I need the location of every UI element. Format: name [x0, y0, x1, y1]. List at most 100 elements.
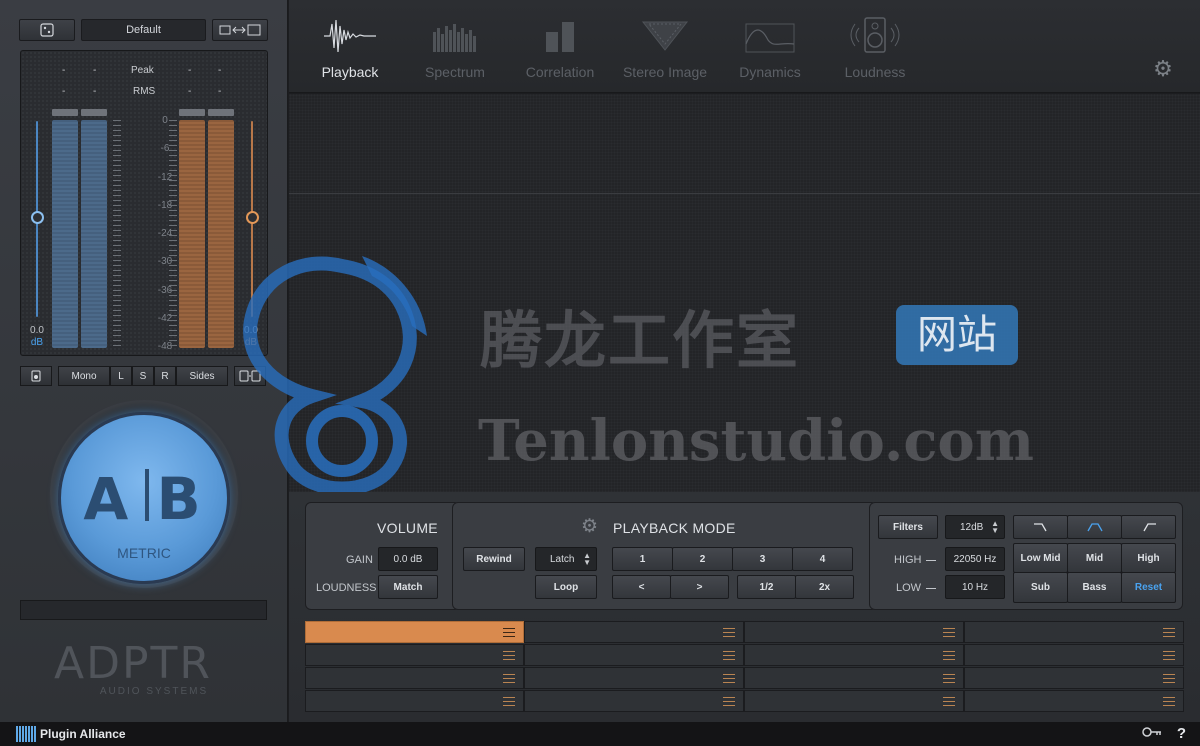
filters-button[interactable]: Filters	[878, 515, 938, 539]
playback-mode-panel: ⚙ PLAYBACK MODE Rewind Latch ▲ ▼ Loop 1 2…	[452, 502, 877, 610]
plugin-alliance-logo[interactable]: Plugin Alliance	[16, 726, 126, 742]
low-cutoff-field[interactable]: 10 Hz	[945, 575, 1005, 599]
menu-icon[interactable]	[723, 674, 735, 683]
playback-settings-gear-icon[interactable]: ⚙	[581, 517, 598, 537]
band-sub-button[interactable]: Sub	[1013, 572, 1068, 603]
randomize-button[interactable]	[19, 19, 75, 41]
tab-label: Correlation	[525, 64, 595, 80]
swap-button[interactable]	[212, 19, 268, 41]
tab-stereo-image[interactable]: Stereo Image	[610, 14, 720, 84]
gain-field[interactable]: 0.0 dB	[378, 547, 438, 571]
high-cutoff-field[interactable]: 22050 Hz	[945, 547, 1005, 571]
lowpass-shape-button[interactable]	[1013, 515, 1068, 539]
playback-mode-title: PLAYBACK MODE	[613, 520, 736, 536]
loop-1-button[interactable]: 1	[612, 547, 673, 571]
tab-correlation[interactable]: Correlation	[505, 14, 615, 84]
volume-title: VOLUME	[377, 520, 438, 536]
highpass-shape-button[interactable]	[1121, 515, 1176, 539]
menu-icon[interactable]	[723, 697, 735, 706]
band-high-button[interactable]: High	[1121, 543, 1176, 573]
tab-spectrum[interactable]: Spectrum	[400, 14, 510, 84]
cue-marker-slot[interactable]	[305, 667, 524, 689]
menu-icon[interactable]	[1163, 674, 1175, 683]
input-gain-slider-knob[interactable]	[31, 211, 44, 224]
tab-playback[interactable]: Playback	[295, 14, 405, 84]
cue-marker-slot[interactable]	[305, 621, 524, 643]
reset-button[interactable]: Reset	[1121, 572, 1176, 603]
cue-marker-slot[interactable]	[305, 644, 524, 666]
peak-hold-r	[81, 109, 107, 116]
license-key-icon[interactable]	[1142, 726, 1162, 741]
latch-value: Latch	[550, 553, 575, 565]
rewind-button[interactable]: Rewind	[463, 547, 525, 571]
cue-marker-slot[interactable]	[964, 621, 1184, 643]
rms-left-1: -	[62, 86, 66, 97]
cue-marker-slot[interactable]	[305, 690, 524, 712]
menu-icon[interactable]	[503, 651, 515, 660]
scale-tick: -24	[157, 228, 173, 240]
cue-marker-slot[interactable]	[744, 690, 964, 712]
watermark-badge: 网站	[896, 305, 1018, 365]
loop-4-button[interactable]: 4	[792, 547, 853, 571]
filter-slope-select[interactable]: 12dB ▲ ▼	[945, 515, 1005, 539]
band-bass-button[interactable]: Bass	[1067, 572, 1122, 603]
menu-icon[interactable]	[503, 697, 515, 706]
menu-icon[interactable]	[503, 628, 515, 637]
cue-marker-slot[interactable]	[964, 667, 1184, 689]
cue-marker-slot[interactable]	[744, 621, 964, 643]
meter-bar-b-l	[179, 120, 205, 348]
loop-button[interactable]: Loop	[535, 575, 597, 599]
help-button[interactable]: ?	[1177, 725, 1186, 742]
loop-3-button[interactable]: 3	[732, 547, 793, 571]
menu-icon[interactable]	[1163, 697, 1175, 706]
loop-2-button[interactable]: 2	[672, 547, 733, 571]
rms-left-2: -	[93, 86, 97, 97]
settings-gear-icon[interactable]: ⚙	[1152, 58, 1174, 80]
loudness-label: LOUDNESS	[316, 582, 377, 594]
menu-icon[interactable]	[503, 674, 515, 683]
mono-toggle-left-button[interactable]	[20, 366, 52, 386]
menu-icon[interactable]	[943, 674, 955, 683]
left-db-unit: dB	[30, 337, 44, 348]
mono-button[interactable]: Mono	[58, 366, 110, 386]
menu-icon[interactable]	[1163, 628, 1175, 637]
bandpass-shape-button[interactable]	[1067, 515, 1122, 539]
cue-marker-slot[interactable]	[524, 644, 744, 666]
cue-marker-slot[interactable]	[964, 644, 1184, 666]
tab-dynamics[interactable]: Dynamics	[715, 14, 825, 84]
cue-marker-slot[interactable]	[964, 690, 1184, 712]
latch-select[interactable]: Latch ▲ ▼	[535, 547, 597, 571]
menu-icon[interactable]	[943, 628, 955, 637]
stereo-image-icon	[641, 21, 689, 51]
preset-select[interactable]: Default	[81, 19, 206, 41]
half-speed-button[interactable]: 1/2	[737, 575, 796, 599]
right-channel-button[interactable]: R	[154, 366, 176, 386]
menu-icon[interactable]	[943, 697, 955, 706]
speaker-small-icon	[31, 370, 41, 382]
cue-marker-slot[interactable]	[524, 690, 744, 712]
output-gain-slider-knob[interactable]	[246, 211, 259, 224]
cue-marker-slot[interactable]	[744, 644, 964, 666]
left-channel-button[interactable]: L	[110, 366, 132, 386]
cue-marker-slot[interactable]	[524, 667, 744, 689]
side-button[interactable]: S	[132, 366, 154, 386]
cue-marker-slot[interactable]	[744, 667, 964, 689]
volume-panel: VOLUME GAIN 0.0 dB LOUDNESS Match	[305, 502, 460, 610]
tick-marks-left	[113, 120, 121, 348]
menu-icon[interactable]	[723, 651, 735, 660]
menu-icon[interactable]	[943, 651, 955, 660]
band-low-mid-button[interactable]: Low Mid	[1013, 543, 1068, 573]
menu-icon[interactable]	[723, 628, 735, 637]
tab-loudness[interactable]: Loudness	[820, 14, 930, 84]
previous-button[interactable]: <	[612, 575, 671, 599]
tab-label: Spectrum	[425, 64, 485, 80]
band-mid-button[interactable]: Mid	[1067, 543, 1122, 573]
cue-marker-slot[interactable]	[524, 621, 744, 643]
next-button[interactable]: >	[670, 575, 729, 599]
match-button[interactable]: Match	[378, 575, 438, 599]
bottom-controls: VOLUME GAIN 0.0 dB LOUDNESS Match ⚙ PLAY…	[0, 492, 1200, 722]
double-speed-button[interactable]: 2x	[795, 575, 854, 599]
peak-hold-l	[52, 109, 78, 116]
menu-icon[interactable]	[1163, 651, 1175, 660]
sides-button[interactable]: Sides	[176, 366, 228, 386]
